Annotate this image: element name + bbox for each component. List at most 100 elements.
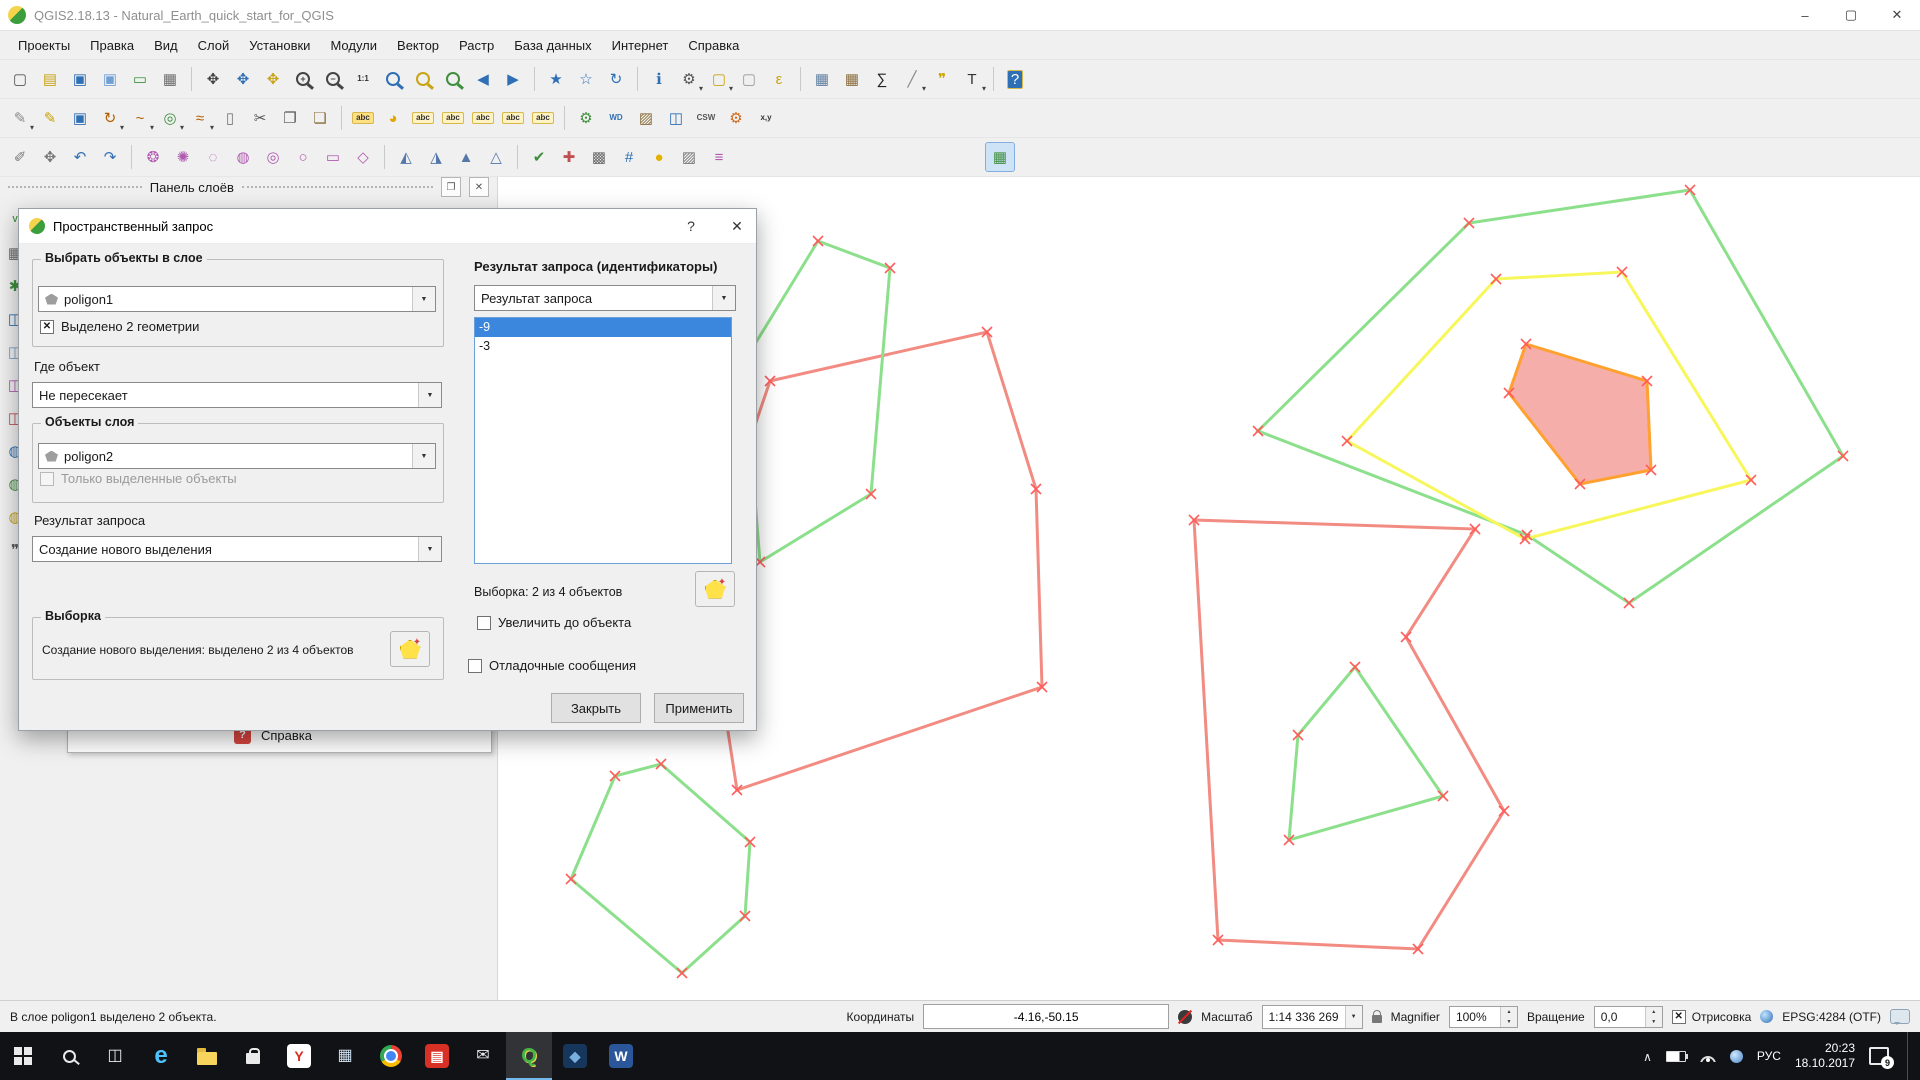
red-app[interactable]: ▤ <box>414 1032 460 1080</box>
result-type-combobox[interactable]: Результат запроса <box>474 285 736 311</box>
circle-from-3-points[interactable]: ◍ <box>229 143 257 171</box>
save-project[interactable]: ▣ <box>66 65 94 93</box>
current-edits[interactable]: ✎ <box>6 104 34 132</box>
maximize-button[interactable] <box>1828 0 1874 30</box>
debug-messages-checkbox[interactable] <box>468 659 482 673</box>
new-print-composer[interactable]: ▭ <box>126 65 154 93</box>
spatial-query[interactable]: ▦ <box>985 142 1015 172</box>
spin-up-icon[interactable] <box>1501 1007 1517 1017</box>
delete-selected[interactable]: ▯ <box>216 104 244 132</box>
panel-close-icon[interactable] <box>469 177 489 197</box>
highlight-labels[interactable]: abc <box>439 104 467 132</box>
close-button[interactable] <box>1874 0 1920 30</box>
zoom-next[interactable]: ▶ <box>499 65 527 93</box>
rotate-feature[interactable]: ↻ <box>96 104 124 132</box>
panel-float-icon[interactable] <box>441 177 461 197</box>
toggle-editing[interactable]: ✎ <box>36 104 64 132</box>
predicate-combobox[interactable]: Не пересекает <box>32 382 442 408</box>
menu-item-7[interactable]: Вектор <box>387 34 449 57</box>
layers-diff[interactable]: ≡ <box>705 143 733 171</box>
qgis-browser-app[interactable]: ◆ <box>552 1032 598 1080</box>
start-button[interactable] <box>0 1032 46 1080</box>
scale-combobox[interactable]: 1:14 336 269 <box>1262 1005 1363 1029</box>
menu-item-10[interactable]: Интернет <box>602 34 679 57</box>
chevron-down-icon[interactable] <box>1345 1006 1362 1028</box>
simplify-feature[interactable]: ~ <box>126 104 154 132</box>
enable-advanced-digitizing[interactable]: ✐ <box>6 143 34 171</box>
menu-item-1[interactable]: Проекты <box>8 34 80 57</box>
zoom-to-layer[interactable] <box>439 65 467 93</box>
yandex-browser[interactable]: Y <box>276 1032 322 1080</box>
db-manager[interactable]: ◫ <box>662 104 690 132</box>
osm-plugin[interactable]: ⚙ <box>722 104 750 132</box>
chrome-browser[interactable] <box>368 1032 414 1080</box>
create-selection-button[interactable]: ✦ <box>390 631 430 667</box>
menu-item-9[interactable]: База данных <box>504 34 601 57</box>
topology-checker[interactable]: ✚ <box>555 143 583 171</box>
wd-plugin[interactable]: WD <box>602 104 630 132</box>
help[interactable]: ? <box>1001 65 1029 93</box>
result-list-item[interactable]: -3 <box>475 337 731 356</box>
clock[interactable]: 20:23 18.10.2017 <box>1795 1041 1855 1071</box>
rotate-point-symbols[interactable]: ❂ <box>139 143 167 171</box>
language-indicator[interactable]: РУС <box>1757 1049 1781 1063</box>
deselect-features[interactable]: ▢ <box>735 65 763 93</box>
show-bookmarks[interactable]: ☆ <box>572 65 600 93</box>
layer-labeling-options[interactable]: abc <box>349 104 377 132</box>
layer1-combobox[interactable]: poligon1 <box>38 286 436 312</box>
stop-render-icon[interactable] <box>1178 1010 1192 1024</box>
chevron-down-icon[interactable] <box>412 287 435 311</box>
menu-item-11[interactable]: Справка <box>678 34 749 57</box>
rotate-label[interactable]: abc <box>499 104 527 132</box>
new-project[interactable]: ▢ <box>6 65 34 93</box>
microsoft-store[interactable] <box>230 1032 276 1080</box>
paste-features[interactable]: ❏ <box>306 104 334 132</box>
crs-status[interactable]: EPSG:4284 (OTF) <box>1782 1010 1881 1024</box>
scale-lock-icon[interactable] <box>1372 1015 1382 1023</box>
georeferencer[interactable]: ▨ <box>632 104 660 132</box>
task-view-button[interactable]: ◫ <box>92 1032 138 1080</box>
result-list-item[interactable]: -9 <box>475 318 731 337</box>
regular-polygon[interactable]: ◇ <box>349 143 377 171</box>
rotation-spinbox[interactable]: 0,0 <box>1594 1006 1663 1028</box>
change-label[interactable]: abc <box>529 104 557 132</box>
edge-browser[interactable]: e <box>138 1032 184 1080</box>
chevron-down-icon[interactable] <box>712 286 735 310</box>
chevron-down-icon[interactable] <box>418 537 441 561</box>
menu-item-4[interactable]: Слой <box>188 34 240 57</box>
measure[interactable]: ╱ <box>898 65 926 93</box>
style-dot[interactable]: ● <box>645 143 673 171</box>
undo[interactable]: ↶ <box>66 143 94 171</box>
selected-geometries-checkbox[interactable] <box>40 320 54 334</box>
zoom-to-object-checkbox[interactable] <box>477 616 491 630</box>
check-geometries[interactable]: ✔ <box>525 143 553 171</box>
log-messages-icon[interactable] <box>1890 1009 1910 1024</box>
zoom-to-selection[interactable] <box>409 65 437 93</box>
statistical-summary[interactable]: ∑ <box>868 65 896 93</box>
merge-attributes[interactable]: △ <box>482 143 510 171</box>
pin-labels[interactable]: abc <box>409 104 437 132</box>
spin-down-icon[interactable] <box>1501 1017 1517 1027</box>
rectangle-from-extent[interactable]: ▭ <box>319 143 347 171</box>
refresh-map[interactable]: ↻ <box>602 65 630 93</box>
word-app[interactable]: W <box>598 1032 644 1080</box>
new-bookmark[interactable]: ★ <box>542 65 570 93</box>
network-icon[interactable] <box>1730 1050 1743 1063</box>
zoom-native[interactable]: 1:1 <box>349 65 377 93</box>
select-features[interactable]: ▢ <box>705 65 733 93</box>
touch-zoom-and-pan[interactable]: ✥ <box>199 65 227 93</box>
magnifier-spinbox[interactable]: 100% <box>1449 1006 1518 1028</box>
wifi-icon[interactable] <box>1700 1050 1716 1062</box>
apply-button[interactable]: Применить <box>654 693 744 723</box>
pan-to-selection[interactable]: ✥ <box>259 65 287 93</box>
calculator-app[interactable]: ▦ <box>322 1032 368 1080</box>
dialog-close-icon[interactable] <box>718 209 756 243</box>
chevron-down-icon[interactable] <box>418 383 441 407</box>
merge-features[interactable]: ▲ <box>452 143 480 171</box>
spin-down-icon[interactable] <box>1646 1017 1662 1027</box>
menu-item-5[interactable]: Установки <box>239 34 320 57</box>
metasearch-csw[interactable]: CSW <box>692 104 720 132</box>
move-label[interactable]: abc <box>469 104 497 132</box>
battery-icon[interactable] <box>1666 1051 1686 1062</box>
select-by-expression[interactable]: ε <box>765 65 793 93</box>
